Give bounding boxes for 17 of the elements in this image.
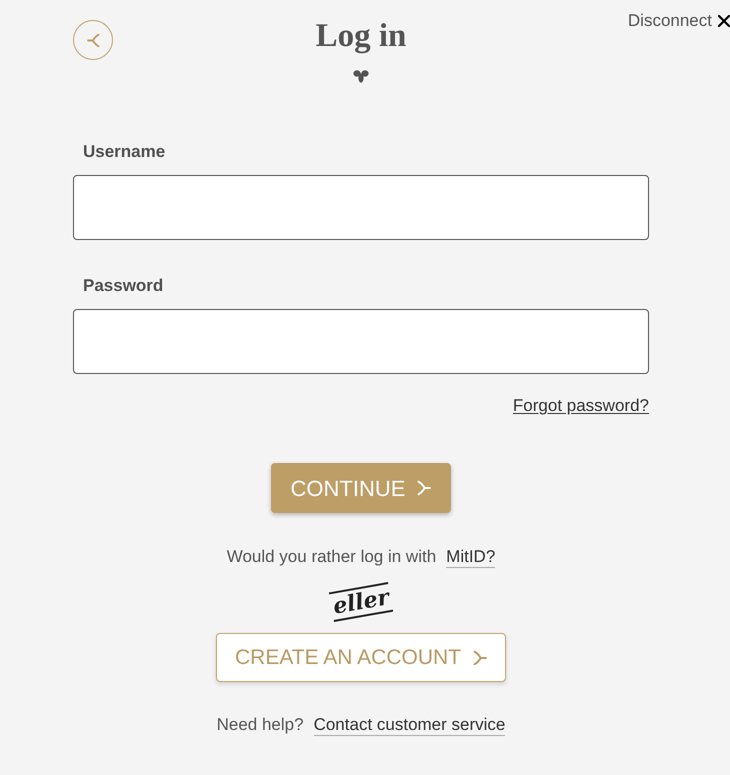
input-field[interactable] — [73, 175, 649, 240]
close-icon — [718, 15, 730, 27]
field-label: Username — [83, 142, 166, 162]
field-label: Password — [83, 276, 164, 296]
left-arrow-icon — [86, 32, 100, 48]
trefoil-ornament-icon — [353, 69, 369, 83]
mitid-link[interactable]: MitID? — [446, 547, 496, 568]
alternative-login-text: Would you rather log in with — [226, 547, 436, 567]
right-arrow-icon — [472, 650, 487, 666]
input-field[interactable] — [73, 309, 649, 374]
separator-text: eller — [328, 582, 394, 622]
forgot-password-link[interactable]: Forgot password? — [512, 396, 649, 416]
disconnect-button[interactable]: Disconnect — [628, 10, 730, 32]
help-text: Need help? — [216, 715, 304, 735]
right-arrow-icon — [417, 480, 432, 496]
page-title: Log in — [316, 18, 406, 54]
contact-customer-service-link[interactable]: Contact customer service — [314, 715, 506, 736]
